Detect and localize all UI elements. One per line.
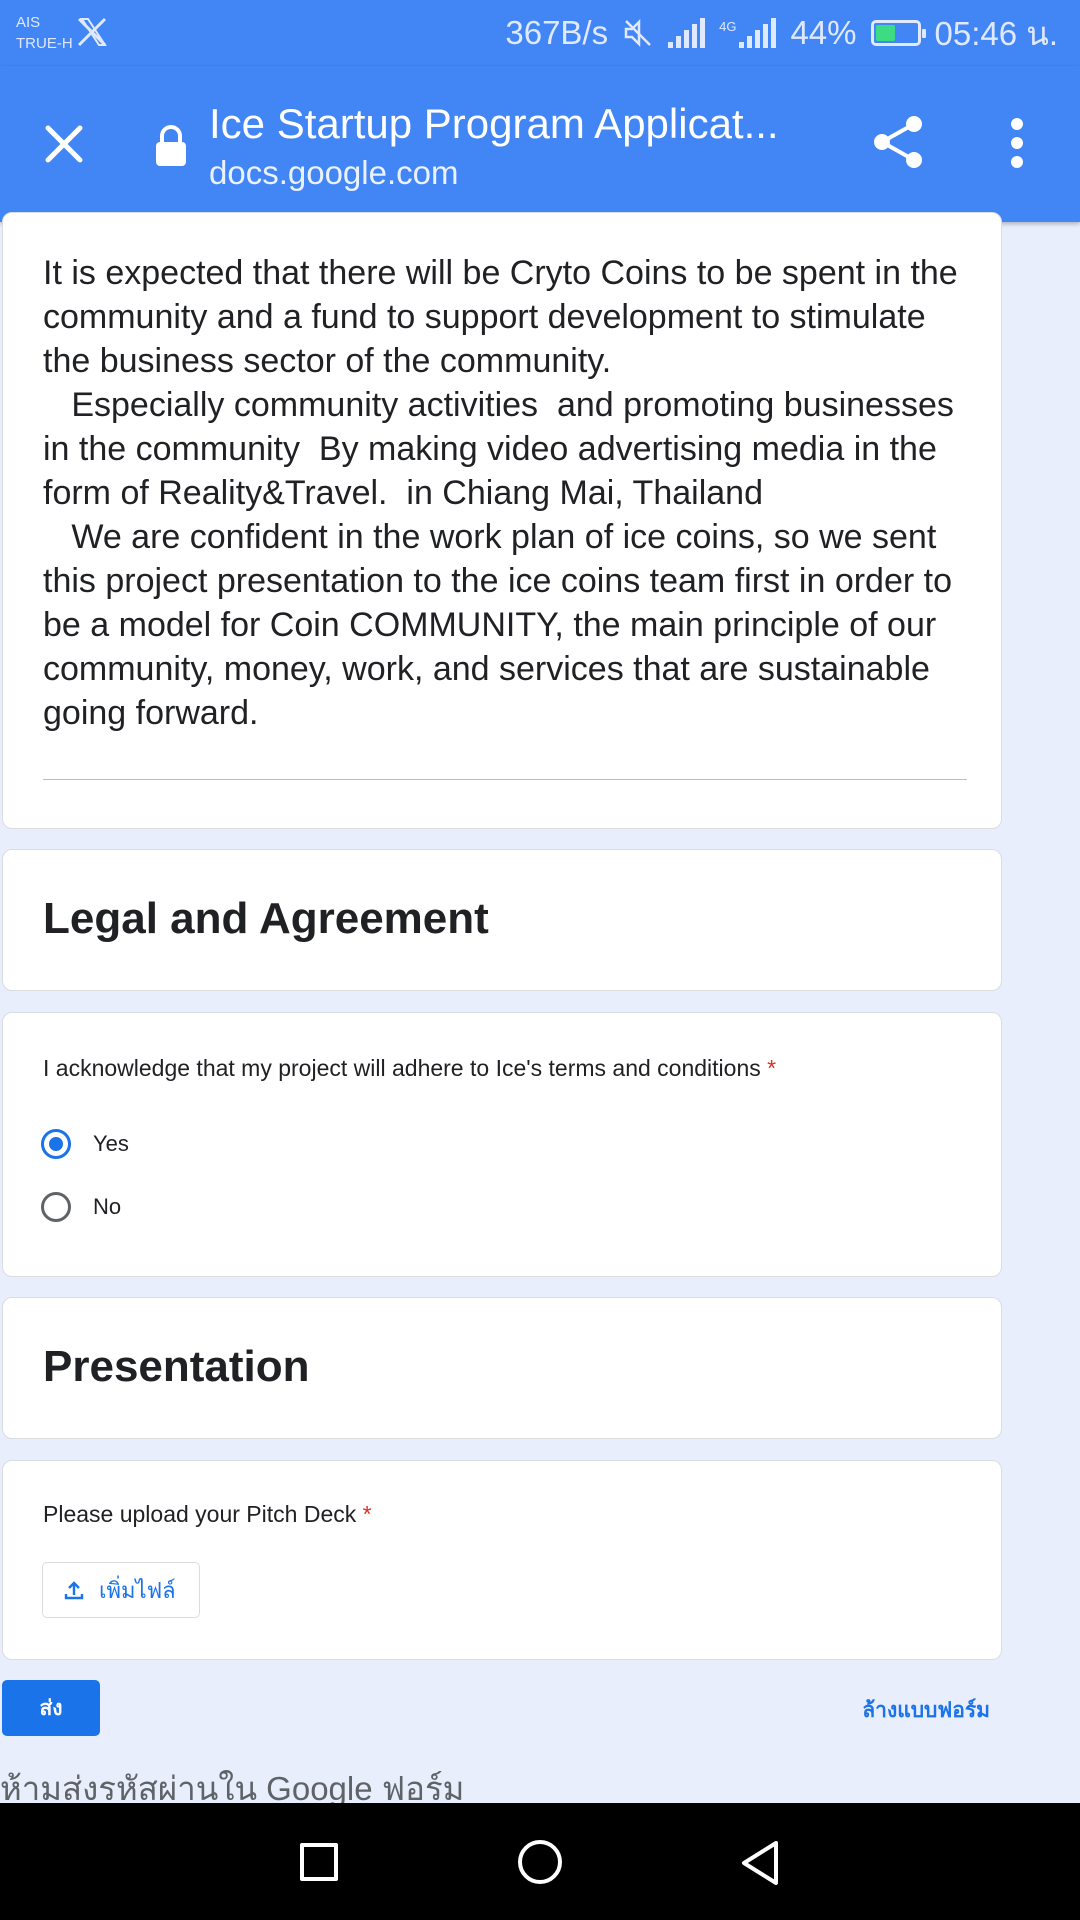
section-title-legal: Legal and Agreement	[43, 894, 489, 943]
signal-icon	[668, 18, 706, 48]
upload-icon	[64, 1581, 84, 1600]
submit-button[interactable]: ส่ง	[2, 1680, 100, 1736]
project-description-answer[interactable]: It is expected that there will be Cryto …	[43, 251, 973, 735]
mute-icon	[624, 18, 651, 48]
share-icon[interactable]	[870, 112, 926, 172]
carrier-line-1: AIS	[16, 14, 41, 31]
more-vert-icon[interactable]	[1000, 116, 1034, 170]
carrier-line-2: TRUE-H	[16, 35, 73, 52]
triangle-back-icon[interactable]	[738, 1839, 782, 1887]
upload-question-label: Please upload your Pitch Deck *	[43, 1501, 372, 1528]
radio-option-no[interactable]: No	[41, 1192, 121, 1222]
circle-home-icon[interactable]	[518, 1840, 562, 1884]
upload-question-text: Please upload your Pitch Deck	[43, 1501, 357, 1527]
page-url: docs.google.com	[209, 154, 459, 191]
radio-button-checked[interactable]	[41, 1129, 71, 1159]
signal-4g-icon: 4G	[719, 18, 777, 48]
battery-icon	[870, 20, 926, 46]
network-type: 4G	[719, 19, 737, 34]
section-title-presentation: Presentation	[43, 1342, 310, 1391]
radio-option-yes[interactable]: Yes	[41, 1129, 129, 1159]
status-indicators: 367B/s 4G 44% 05:46 น.	[505, 8, 1058, 58]
upload-question-card: Please upload your Pitch Deck * เพิ่มไฟล…	[2, 1460, 1002, 1660]
radio-button-unchecked[interactable]	[41, 1192, 71, 1222]
system-nav-bar	[0, 1803, 1080, 1920]
radio-label-no: No	[93, 1194, 122, 1219]
radio-label-yes: Yes	[93, 1131, 129, 1156]
network-speed: 367B/s	[505, 14, 609, 51]
required-mark: *	[767, 1055, 777, 1081]
clock: 05:46 น.	[934, 14, 1058, 52]
agreement-question-card: I acknowledge that my project will adher…	[2, 1012, 1002, 1277]
battery-percent: 44%	[790, 14, 857, 51]
close-icon[interactable]	[36, 116, 92, 172]
required-mark: *	[362, 1501, 372, 1527]
question-label: I acknowledge that my project will adher…	[43, 1055, 776, 1082]
answer-underline	[43, 779, 967, 780]
battery-fill	[875, 25, 895, 41]
carrier-label: AIS TRUE-H	[16, 12, 73, 54]
legal-section-card: Legal and Agreement	[2, 849, 1002, 991]
add-file-label: เพิ่มไฟล์	[99, 1577, 176, 1603]
custom-tab-toolbar: Ice Startup Program Applicat... docs.goo…	[0, 66, 1080, 222]
square-recents-icon[interactable]	[300, 1843, 338, 1881]
presentation-section-card: Presentation	[2, 1297, 1002, 1439]
lock-icon	[156, 125, 186, 166]
add-file-button[interactable]: เพิ่มไฟล์	[42, 1562, 200, 1618]
x-logo-icon	[77, 17, 107, 47]
description-card: It is expected that there will be Cryto …	[2, 212, 1002, 829]
page-title: Ice Startup Program Applicat...	[209, 100, 779, 147]
agreement-question-text: I acknowledge that my project will adher…	[43, 1055, 761, 1081]
status-bar: AIS TRUE-H 367B/s 4G 44% 05:46 น.	[0, 0, 1080, 66]
clear-form-link[interactable]: ล้างแบบฟอร์ม	[862, 1694, 990, 1727]
